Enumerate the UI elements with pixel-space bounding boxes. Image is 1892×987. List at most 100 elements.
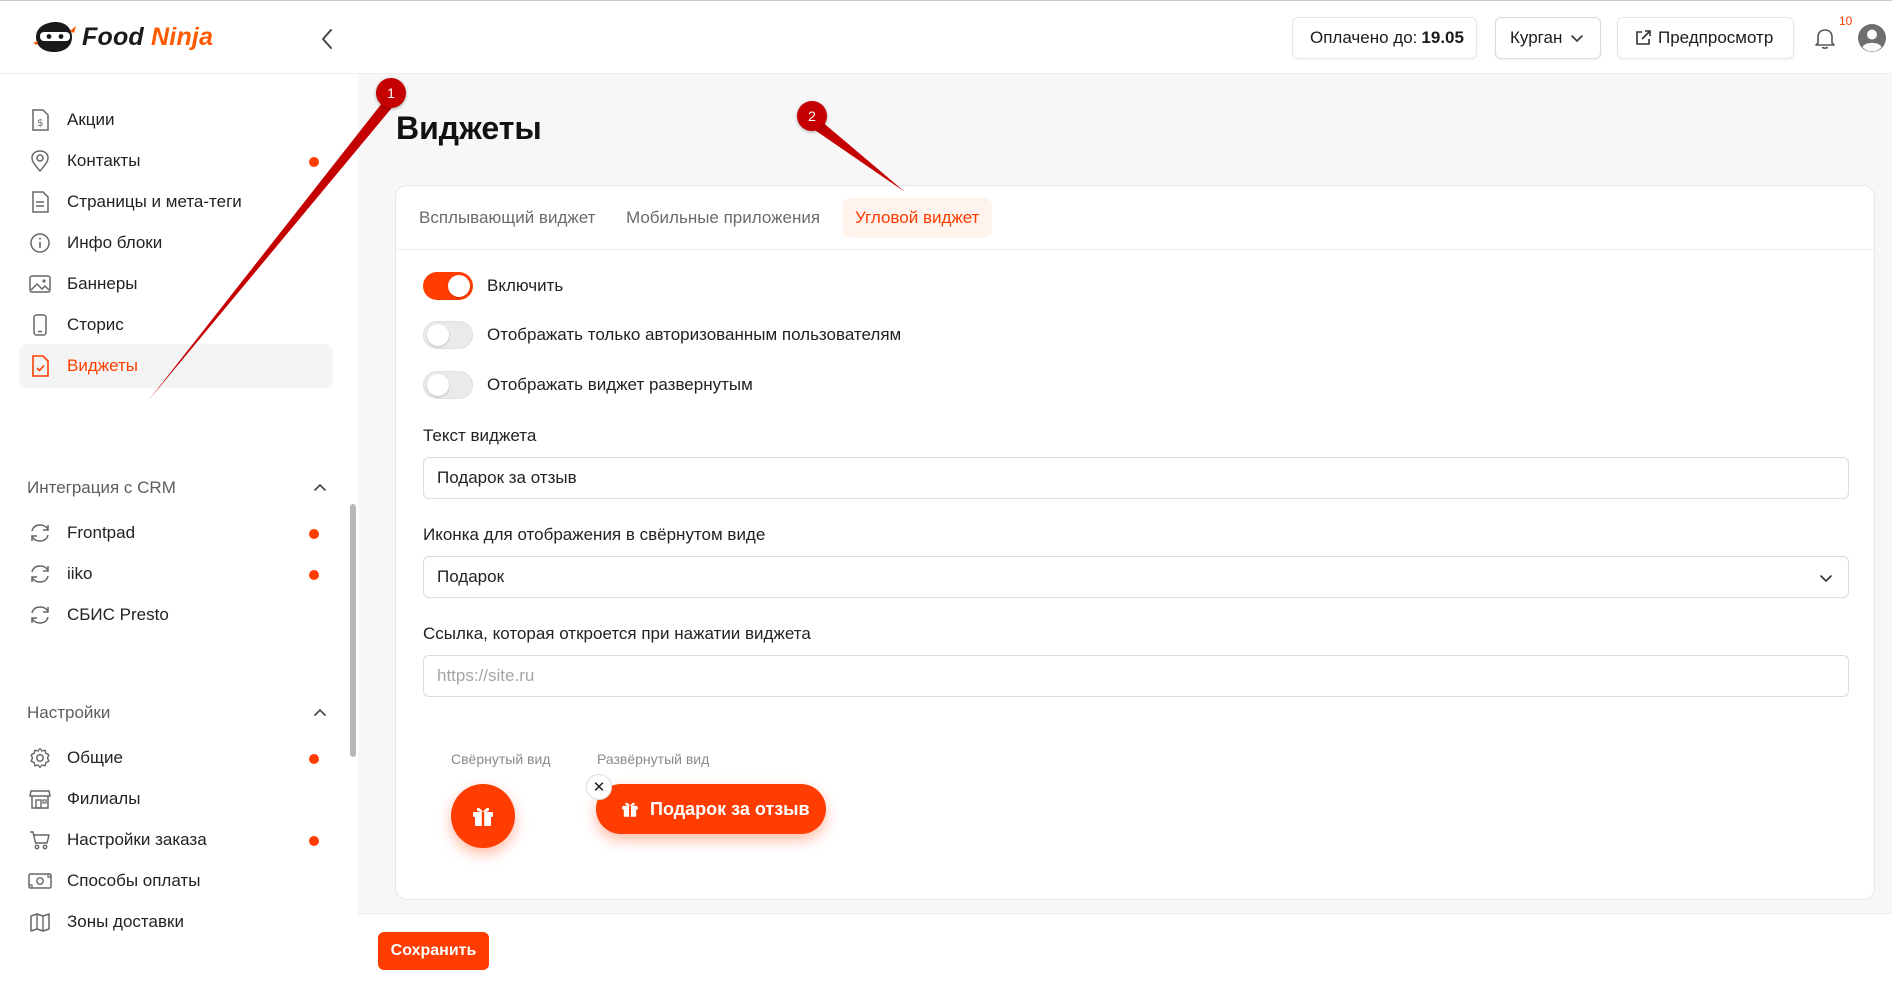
enable-toggle-label: Включить — [487, 276, 564, 295]
annotation-badge-1: 1 — [376, 78, 406, 108]
annotation-badge-2: 2 — [797, 101, 827, 131]
toggle-row-enable: Включить — [423, 272, 563, 300]
sidebar-item-label: Способы оплаты — [67, 871, 201, 890]
sidebar-item-order-settings[interactable]: Настройки заказа — [19, 818, 333, 862]
cash-icon — [27, 868, 53, 894]
gear-icon — [27, 745, 53, 771]
logo-text-ninja: Ninja — [151, 22, 214, 51]
notification-dot — [309, 570, 319, 580]
chevron-down-icon — [1571, 35, 1584, 43]
expanded-widget-preview[interactable]: Подарок за отзыв — [596, 784, 826, 834]
auth-only-toggle[interactable] — [423, 321, 473, 349]
sidebar-item-label: Сторис — [67, 315, 124, 334]
sidebar-item-stories[interactable]: Сторис — [19, 303, 333, 347]
preview-button[interactable]: Предпросмотр — [1617, 17, 1794, 59]
avatar[interactable] — [1857, 23, 1887, 53]
city-select[interactable]: Курган — [1495, 17, 1601, 59]
image-icon — [27, 271, 53, 297]
chevron-down-icon — [1820, 575, 1832, 583]
tabs-bar: Всплывающий виджет Мобильные приложения … — [396, 186, 1874, 250]
sidebar-item-label: Баннеры — [67, 274, 138, 293]
sidebar-item-widgets[interactable]: Виджеты — [19, 344, 333, 388]
sidebar-item-label: Виджеты — [67, 356, 139, 375]
notification-dot — [309, 529, 319, 539]
chevron-up-icon — [314, 708, 326, 716]
sidebar-item-payment-methods[interactable]: Способы оплаты — [19, 859, 333, 903]
widget-settings-card: Всплывающий виджет Мобильные приложения … — [395, 185, 1875, 900]
ninja-logo-icon — [33, 22, 76, 52]
preview-button-label: Предпросмотр — [1658, 28, 1774, 47]
location-pin-icon — [27, 148, 53, 174]
sidebar-item-label: Филиалы — [67, 789, 141, 808]
sidebar-item-label: Контакты — [67, 151, 141, 170]
sidebar-item-iiko[interactable]: iiko — [19, 552, 333, 596]
show-expanded-toggle-label: Отображать виджет развернутым — [487, 375, 753, 394]
phone-icon — [27, 312, 53, 338]
sync-icon — [27, 520, 53, 546]
tab-corner-widget[interactable]: Угловой виджет — [842, 198, 993, 238]
expanded-view-label: Развёрнутый вид — [597, 751, 710, 767]
sidebar-item-label: Акции — [67, 110, 115, 129]
dollar-doc-icon: $ — [27, 107, 53, 133]
sidebar: $ Акции Контакты Страницы и мета-теги Ин… — [0, 74, 358, 987]
sidebar-item-branches[interactable]: Филиалы — [19, 777, 333, 821]
sidebar-item-general[interactable]: Общие — [19, 736, 333, 780]
save-button[interactable]: Сохранить — [378, 932, 489, 970]
tab-popup-widget[interactable]: Всплывающий виджет — [406, 198, 608, 238]
sidebar-item-contacts[interactable]: Контакты — [19, 139, 333, 183]
tab-mobile-apps[interactable]: Мобильные приложения — [613, 198, 833, 238]
sidebar-item-label: Общие — [67, 748, 123, 767]
cart-icon — [27, 827, 53, 853]
logo-text: Food Ninja — [82, 23, 213, 52]
page-title: Виджеты — [396, 110, 542, 146]
top-header: Food Ninja Оплачено до: 19.05 Курган Пре… — [0, 0, 1892, 74]
link-input[interactable] — [423, 655, 1849, 697]
annotation-arrow-2 — [806, 115, 905, 192]
collapsed-view-label: Свёрнутый вид — [451, 751, 551, 767]
notification-count: 10 — [1839, 14, 1853, 28]
section-crm-toggle[interactable]: Интеграция с CRM — [27, 478, 327, 498]
sidebar-item-sbis-presto[interactable]: СБИС Presto — [19, 593, 333, 637]
collapsed-widget-preview[interactable] — [451, 784, 515, 848]
section-settings-title: Настройки — [27, 703, 111, 722]
sidebar-item-pages[interactable]: Страницы и мета-теги — [19, 180, 333, 224]
section-settings-toggle[interactable]: Настройки — [27, 703, 327, 723]
icon-select[interactable]: Подарок — [423, 556, 1849, 598]
toggle-row-expanded: Отображать виджет развернутым — [423, 371, 753, 399]
external-link-icon — [1636, 30, 1651, 45]
bell-icon[interactable] — [1812, 25, 1838, 51]
gift-icon — [622, 802, 638, 817]
logo[interactable]: Food Ninja — [32, 19, 213, 55]
city-select-value: Курган — [1510, 28, 1563, 47]
paid-until-badge: Оплачено до: 19.05 — [1292, 17, 1477, 59]
toggle-knob — [427, 324, 449, 346]
notification-dot — [309, 157, 319, 167]
sidebar-item-info-blocks[interactable]: Инфо блоки — [19, 221, 333, 265]
sidebar-item-banners[interactable]: Баннеры — [19, 262, 333, 306]
sidebar-item-frontpad[interactable]: Frontpad — [19, 511, 333, 555]
section-crm-title: Интеграция с CRM — [27, 478, 176, 497]
document-icon — [27, 189, 53, 215]
close-icon[interactable]: ✕ — [586, 774, 612, 800]
widget-text-input[interactable] — [423, 457, 1849, 499]
sidebar-item-label: СБИС Presto — [67, 605, 169, 624]
toggle-knob — [427, 374, 449, 396]
sidebar-item-promotions[interactable]: $ Акции — [19, 98, 333, 142]
sidebar-item-delivery-zones[interactable]: Зоны доставки — [19, 900, 333, 944]
doc-check-icon — [27, 353, 53, 379]
widget-text-label: Текст виджета — [423, 426, 537, 445]
sync-icon — [27, 561, 53, 587]
enable-toggle[interactable] — [423, 272, 473, 300]
collapse-sidebar-icon[interactable] — [318, 26, 336, 52]
gift-icon — [473, 807, 493, 826]
sidebar-item-label: Зоны доставки — [67, 912, 184, 931]
show-expanded-toggle[interactable] — [423, 371, 473, 399]
sidebar-scrollbar[interactable] — [350, 504, 356, 757]
chevron-up-icon — [314, 483, 326, 491]
link-label: Ссылка, которая откроется при нажатии ви… — [423, 624, 811, 643]
paid-until-value: 19.05 — [1421, 28, 1464, 47]
icon-select-value: Подарок — [437, 567, 505, 586]
sidebar-item-label: Страницы и мета-теги — [67, 192, 242, 211]
notification-dot — [309, 754, 319, 764]
sidebar-item-label: Инфо блоки — [67, 233, 163, 252]
